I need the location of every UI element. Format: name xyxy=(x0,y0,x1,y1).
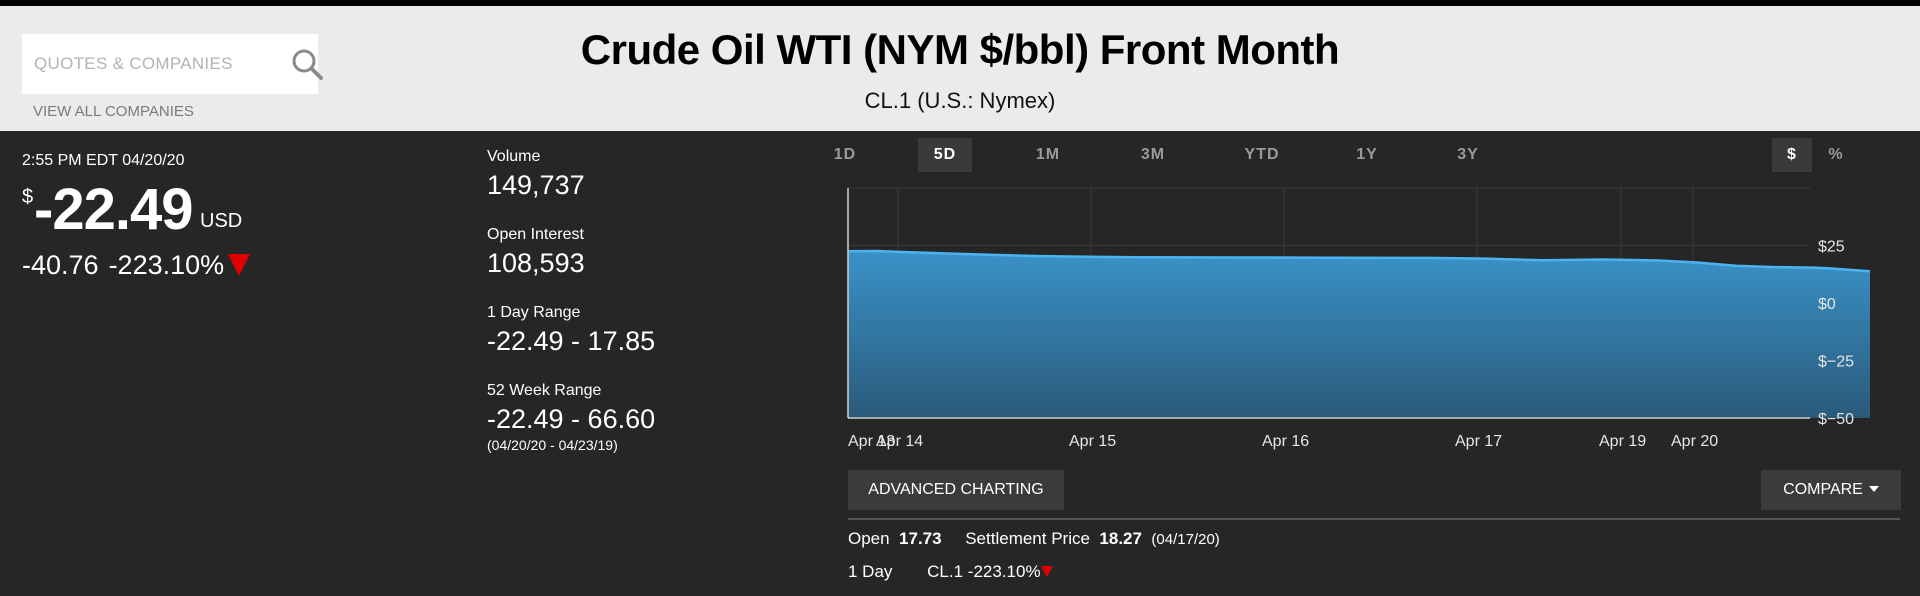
day-value: CL.1 -223.10% xyxy=(927,562,1041,581)
stat-volume: Volume 149,737 xyxy=(487,148,585,201)
settlement-label: Settlement Price xyxy=(965,529,1090,548)
x-tick-label: Apr 16 xyxy=(1262,433,1309,450)
stat-label: 52 Week Range xyxy=(487,382,602,399)
stat-label: Open Interest xyxy=(487,226,584,243)
tab-ytd[interactable]: YTD xyxy=(1234,138,1290,172)
stat-value: 108,593 xyxy=(487,248,585,278)
stat-52-week-range: 52 Week Range -22.49 - 66.60 (04/20/20 -… xyxy=(487,382,655,453)
stat-value: -22.49 - 17.85 xyxy=(487,326,656,356)
down-arrow-icon xyxy=(1040,566,1053,577)
stat-open-interest: Open Interest 108,593 xyxy=(487,226,585,279)
tab-1d[interactable]: 1D xyxy=(820,138,870,172)
day-label: 1 Day xyxy=(848,562,893,581)
series-area xyxy=(848,251,1870,418)
stat-sub: (04/20/20 - 04/23/19) xyxy=(487,437,618,453)
divider xyxy=(848,518,1900,520)
caret-down-icon xyxy=(1868,486,1879,492)
stat-1-day-range: 1 Day Range -22.49 - 17.85 xyxy=(487,304,655,357)
y-tick-label: $−25 xyxy=(1818,354,1854,371)
one-day-change: 1 Day CL.1 -223.10% xyxy=(848,562,1053,582)
open-value: 17.73 xyxy=(899,529,942,548)
page-title: Crude Oil WTI (NYM $/bbl) Front Month xyxy=(580,26,1340,73)
stat-value: 149,737 xyxy=(487,170,585,200)
tab-1m[interactable]: 1M xyxy=(1022,138,1074,172)
price-chart[interactable]: $25$0$−25$−50Apr 13Apr 14 Apr 15 Apr 16 Apr… xyxy=(840,180,1870,460)
stat-label: Volume xyxy=(487,148,541,165)
x-tick-label: Apr 19 xyxy=(1599,433,1646,450)
stat-label: 1 Day Range xyxy=(487,304,581,321)
quote-header: VIEW ALL COMPANIES Crude Oil WTI (NYM $/… xyxy=(0,6,1920,131)
x-tick-label: Apr 20 xyxy=(1671,433,1718,450)
change-value: -40.76 xyxy=(22,250,99,280)
settlement-date: (04/17/20) xyxy=(1151,531,1220,548)
open-settlement-summary: Open 17.73 Settlement Price 18.27 (04/17… xyxy=(848,529,1220,549)
settlement-value: 18.27 xyxy=(1099,529,1142,548)
tab-5d[interactable]: 5D xyxy=(918,138,972,172)
stat-value: -22.49 - 66.60 xyxy=(487,404,656,434)
x-tick-label: Apr 14 xyxy=(876,433,923,450)
tab-3y[interactable]: 3Y xyxy=(1442,138,1494,172)
quote-change: -40.76 -223.10% xyxy=(22,250,260,281)
open-label: Open xyxy=(848,529,890,548)
currency-symbol: $ xyxy=(22,186,34,208)
advanced-charting-button[interactable]: ADVANCED CHARTING xyxy=(848,470,1064,510)
change-percent: -223.10% xyxy=(108,250,225,280)
down-arrow-icon xyxy=(228,254,251,276)
y-tick-label: $0 xyxy=(1818,296,1836,313)
compare-label: COMPARE xyxy=(1783,481,1863,498)
compare-button[interactable]: COMPARE xyxy=(1761,470,1901,510)
tab-1y[interactable]: 1Y xyxy=(1342,138,1392,172)
tab-dollar-mode[interactable]: $ xyxy=(1772,138,1812,172)
price-unit: USD xyxy=(200,210,243,232)
x-tick-label: Apr 15 xyxy=(1069,433,1116,450)
price-value: -22.49 xyxy=(34,177,193,242)
x-tick-label: Apr 17 xyxy=(1455,433,1502,450)
tab-percent-mode[interactable]: % xyxy=(1818,138,1854,172)
y-tick-label: $25 xyxy=(1818,239,1845,256)
y-tick-label: $−50 xyxy=(1818,411,1854,428)
tab-3m[interactable]: 3M xyxy=(1126,138,1180,172)
page-subtitle: CL.1 (U.S.: Nymex) xyxy=(864,88,1056,113)
quote-timestamp: 2:55 PM EDT 04/20/20 xyxy=(22,152,185,169)
